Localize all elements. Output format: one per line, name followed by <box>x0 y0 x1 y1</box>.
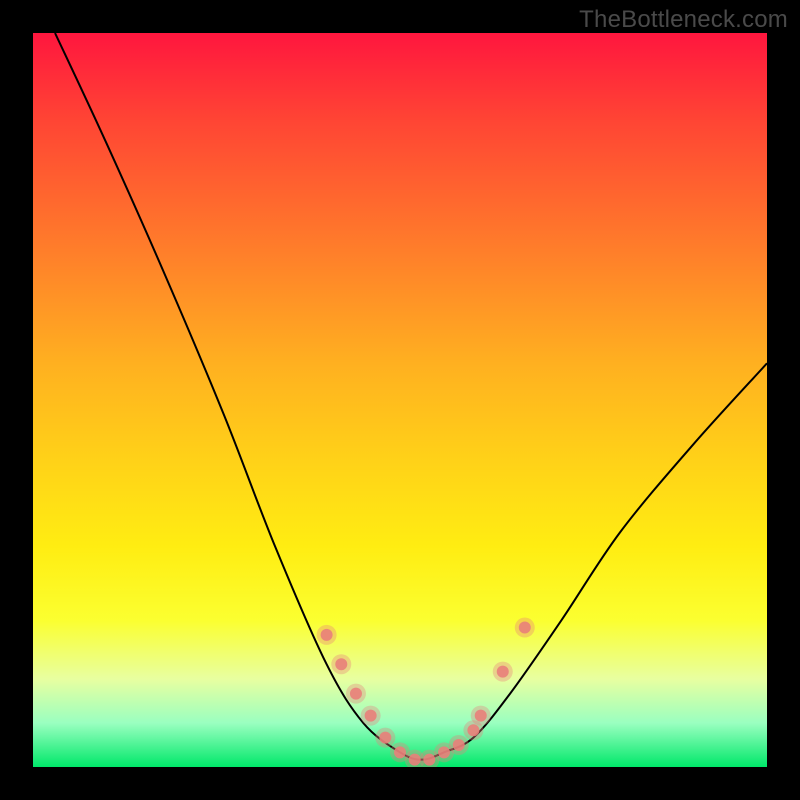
marker-dot <box>497 666 509 678</box>
marker-dot <box>467 724 479 736</box>
marker-dot <box>409 754 421 766</box>
marker-dot <box>350 688 362 700</box>
marker-dot <box>519 622 531 634</box>
marker-dot <box>453 739 465 751</box>
marker-dot <box>438 746 450 758</box>
marker-dot <box>365 710 377 722</box>
bottleneck-curve <box>55 33 767 760</box>
chart-frame: TheBottleneck.com <box>0 0 800 800</box>
watermark-text: TheBottleneck.com <box>579 6 788 34</box>
chart-plot-area <box>33 33 767 767</box>
marker-dot <box>475 710 487 722</box>
marker-dot <box>379 732 391 744</box>
marker-dot <box>423 754 435 766</box>
highlight-markers <box>317 618 535 767</box>
marker-dot <box>394 746 406 758</box>
curve-path <box>55 33 767 760</box>
chart-svg <box>33 33 767 767</box>
marker-dot <box>321 629 333 641</box>
marker-dot <box>335 658 347 670</box>
